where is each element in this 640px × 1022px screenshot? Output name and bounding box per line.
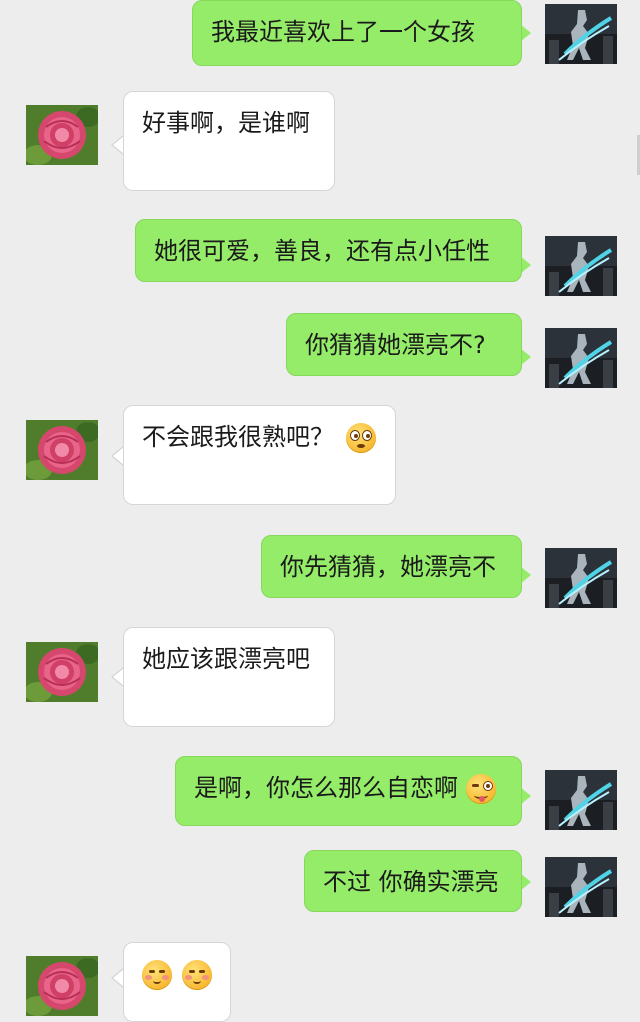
- message-text: 她很可爱，善良，还有点小任性: [154, 237, 490, 265]
- message-text: 你先猜猜，她漂亮不: [280, 553, 496, 581]
- message-text: 是啊，你怎么那么自恋啊: [194, 774, 458, 802]
- my-avatar-icon[interactable]: [545, 857, 617, 917]
- my-avatar-icon[interactable]: [545, 236, 617, 296]
- contact-avatar-icon[interactable]: [26, 642, 98, 702]
- message-text: 好事啊，是谁啊: [142, 109, 310, 137]
- message-bubble-sent[interactable]: 你先猜猜，她漂亮不: [261, 535, 522, 598]
- blushing-face-icon: [181, 960, 212, 990]
- message-bubble-sent[interactable]: 她很可爱，善良，还有点小任性: [135, 219, 522, 282]
- message-text: 我最近喜欢上了一个女孩: [211, 18, 475, 46]
- my-avatar-icon[interactable]: [545, 548, 617, 608]
- message-bubble-sent[interactable]: 不过 你确实漂亮: [304, 850, 522, 912]
- contact-avatar-icon[interactable]: [26, 105, 98, 165]
- message-text: 她应该跟漂亮吧: [142, 645, 310, 673]
- flushed-face-icon: [345, 423, 376, 453]
- message-text: 不过 你确实漂亮: [323, 868, 499, 896]
- message-bubble-sent[interactable]: 我最近喜欢上了一个女孩: [192, 0, 522, 66]
- my-avatar-icon[interactable]: [545, 4, 617, 64]
- message-bubble-sent[interactable]: 你猜猜她漂亮不?: [286, 313, 522, 376]
- winking-tongue-face-icon: [465, 774, 496, 804]
- contact-avatar-icon[interactable]: [26, 420, 98, 480]
- my-avatar-icon[interactable]: [545, 770, 617, 830]
- message-bubble-received[interactable]: 好事啊，是谁啊: [123, 91, 335, 191]
- message-bubble-received[interactable]: 不会跟我很熟吧？: [123, 405, 396, 505]
- message-bubble-received[interactable]: [123, 942, 231, 1022]
- message-bubble-received[interactable]: 她应该跟漂亮吧: [123, 627, 335, 727]
- message-bubble-sent[interactable]: 是啊，你怎么那么自恋啊: [175, 756, 522, 826]
- my-avatar-icon[interactable]: [545, 328, 617, 388]
- message-text: 你猜猜她漂亮不?: [305, 331, 486, 359]
- message-text: 不会跟我很熟吧？: [142, 423, 334, 451]
- blushing-face-icon: [142, 960, 172, 990]
- contact-avatar-icon[interactable]: [26, 956, 98, 1016]
